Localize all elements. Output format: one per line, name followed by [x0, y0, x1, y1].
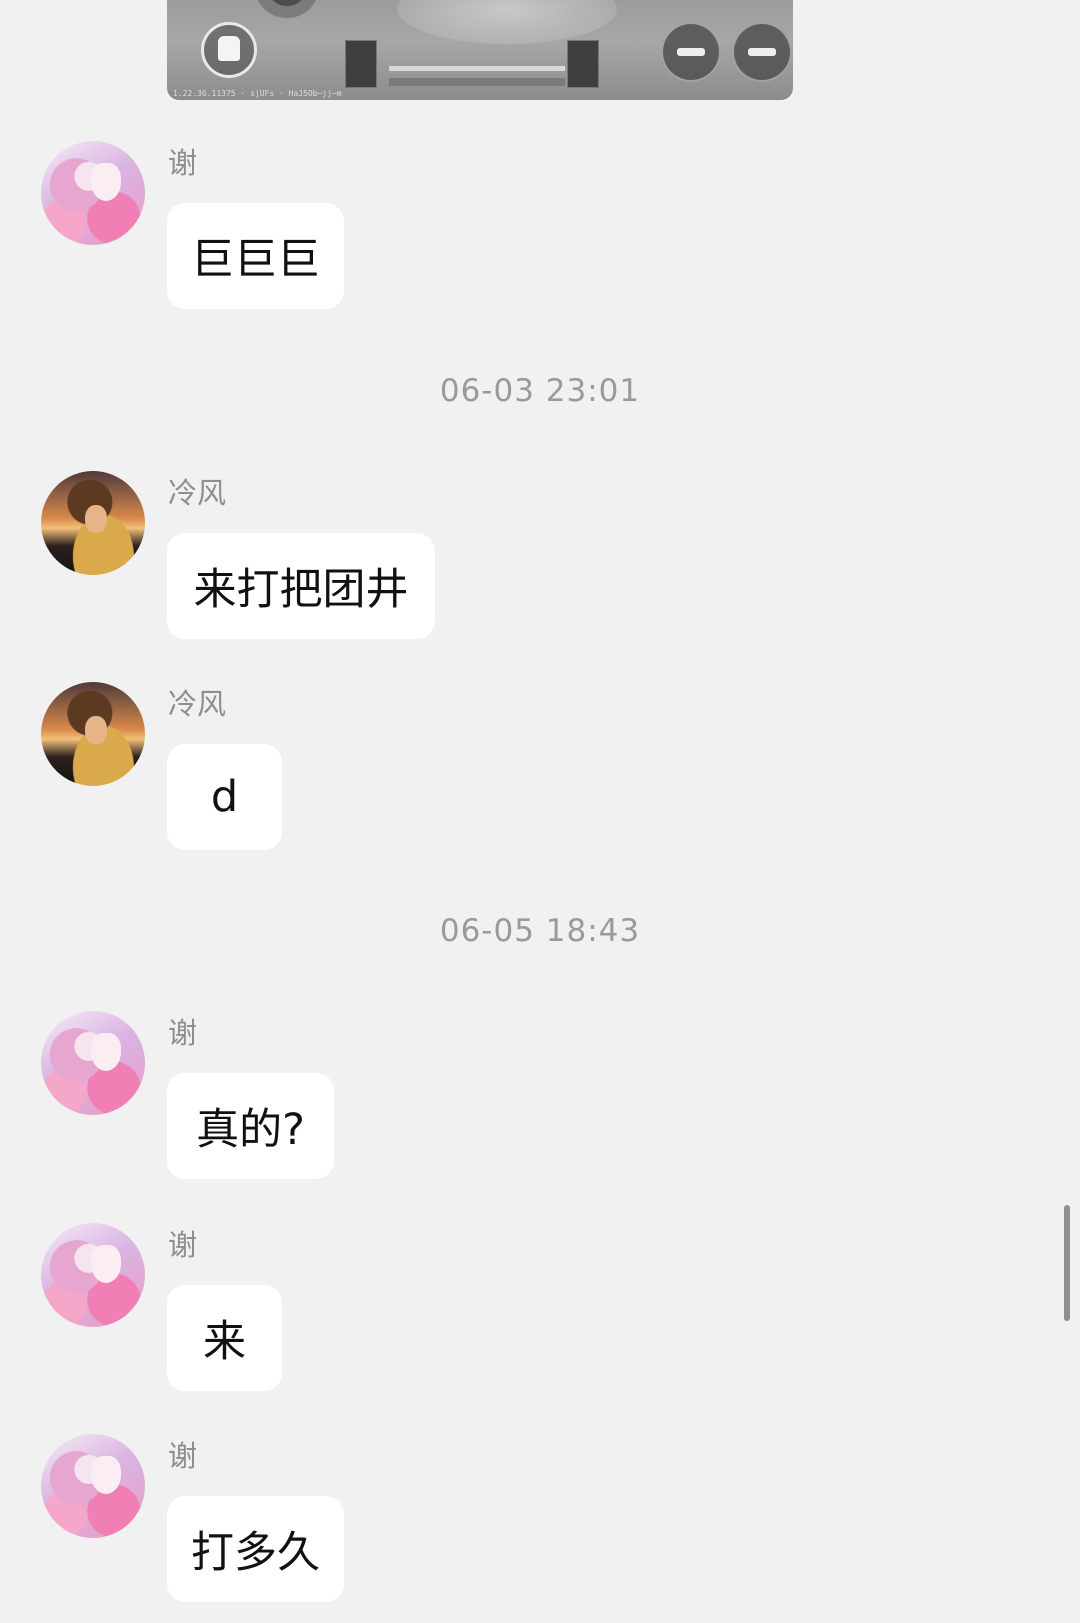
sender-name: 谢	[168, 146, 198, 180]
sender-name: 谢	[168, 1439, 198, 1473]
message-bubble[interactable]: 真的?	[167, 1073, 334, 1179]
message-bubble[interactable]: 巨巨巨	[167, 203, 344, 309]
prone-icon	[732, 22, 792, 82]
timestamp: 06-05 18:43	[439, 913, 641, 949]
timestamp: 06-03 23:01	[439, 373, 641, 409]
sender-name: 谢	[168, 1228, 198, 1262]
message-bubble[interactable]: d	[167, 744, 282, 850]
joystick-icon	[239, 0, 335, 24]
sender-name: 冷风	[168, 687, 227, 721]
avatar-xie-icon[interactable]	[41, 141, 145, 245]
message-bubble[interactable]: 来	[167, 1285, 282, 1391]
item-bar	[389, 78, 565, 86]
avatar-lengfeng-icon[interactable]	[41, 682, 145, 786]
hud-status-text: 1.22.36.11375 · sjUFs · HaJ5Ob─jj─m	[173, 89, 342, 98]
scope-slot-icon	[567, 40, 599, 88]
sender-name: 谢	[168, 1016, 198, 1050]
weapon-slot-icon	[345, 40, 377, 88]
crouch-icon	[661, 22, 721, 82]
sender-name: 冷风	[168, 476, 227, 510]
message-bubble[interactable]: 来打把团井	[167, 533, 435, 639]
avatar-lengfeng-icon[interactable]	[41, 471, 145, 575]
image-highlight	[397, 0, 617, 44]
avatar-xie-icon[interactable]	[41, 1011, 145, 1115]
avatar-xie-icon[interactable]	[41, 1434, 145, 1538]
backpack-icon	[201, 22, 257, 78]
message-bubble[interactable]: 打多久	[167, 1496, 344, 1602]
health-bar	[389, 66, 565, 71]
scrollbar[interactable]	[1064, 1205, 1070, 1321]
shared-image-message[interactable]: 1.22.36.11375 · sjUFs · HaJ5Ob─jj─m	[167, 0, 793, 100]
avatar-xie-icon[interactable]	[41, 1223, 145, 1327]
